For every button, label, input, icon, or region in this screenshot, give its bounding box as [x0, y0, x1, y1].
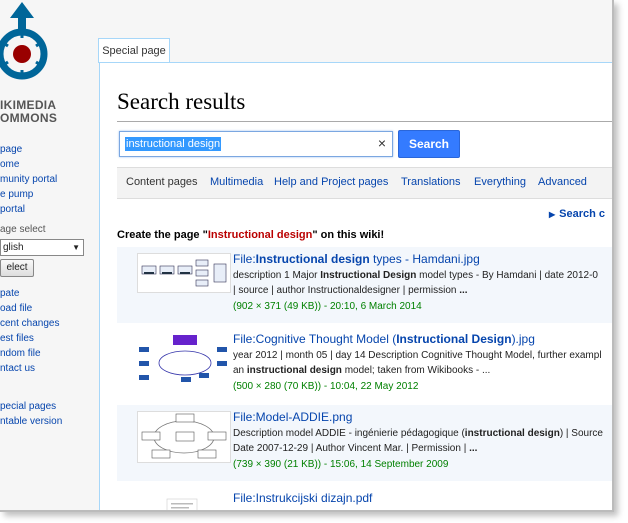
search-button[interactable]: Search: [398, 130, 460, 158]
result-snippet-line: description 1 Major Instructional Design…: [233, 270, 598, 281]
nav-link-contact-us[interactable]: ntact us: [0, 361, 60, 376]
result-title-link[interactable]: File:Model-ADDIE.png: [233, 410, 352, 424]
diagram-thumbnail-icon: [139, 335, 227, 382]
nav-tools: pate oad file cent changes est files ndo…: [0, 286, 60, 376]
browser-frame: IKIMEDIA OMMONS page ome munity portal e…: [0, 0, 614, 512]
nav-link-upload-file[interactable]: oad file: [0, 301, 60, 316]
main-content: Search results instructional design × Se…: [99, 62, 612, 510]
create-suffix: " on this wiki!: [312, 229, 385, 241]
commons-logo[interactable]: IKIMEDIA OMMONS: [0, 0, 98, 125]
logo-text-1: IKIMEDIA: [0, 98, 57, 112]
language-select-button[interactable]: elect: [0, 259, 34, 277]
language-select[interactable]: glish ▼: [0, 239, 84, 256]
tab-advanced[interactable]: Advanced: [538, 176, 587, 188]
nav-link-latest-files[interactable]: est files: [0, 331, 60, 346]
create-page-link[interactable]: Instructional design: [208, 229, 313, 241]
nav-main: page ome munity portal e pump portal: [0, 142, 57, 217]
language-heading: age select: [0, 224, 46, 235]
diagram-thumbnail-icon: [141, 413, 227, 459]
create-page-notice: Create the page "Instructional design" o…: [117, 229, 384, 241]
search-input-value: instructional design: [125, 137, 222, 151]
commons-logo-icon: [0, 2, 48, 80]
nav-link-community-portal[interactable]: munity portal: [0, 172, 57, 187]
nav-link-random-file[interactable]: ndom file: [0, 346, 60, 361]
search-profile-tabs: Content pages Multimedia Help and Projec…: [117, 167, 612, 199]
result-snippet-line: an instructional design model; taken fro…: [233, 365, 491, 376]
triangle-right-icon: ▶: [549, 210, 556, 219]
result-title-link[interactable]: File:Instructional design types - Hamdan…: [233, 252, 480, 266]
tab-help-project-pages[interactable]: Help and Project pages: [274, 176, 388, 188]
result-thumbnail[interactable]: [137, 491, 229, 510]
tab-multimedia[interactable]: Multimedia: [210, 176, 263, 188]
logo-text-2: OMMONS: [0, 111, 58, 125]
search-input[interactable]: instructional design ×: [119, 131, 393, 157]
result-snippet-line: year 2012 | month 05 | day 14 Descriptio…: [233, 350, 602, 361]
search-tools-label: Search c: [559, 208, 606, 220]
result-title-link[interactable]: File:Cognitive Thought Model (Instructio…: [233, 332, 535, 346]
result-title-link[interactable]: File:Instrukcijski dizajn.pdf: [233, 491, 372, 505]
title-divider: [117, 121, 612, 122]
nav-link-help-portal[interactable]: portal: [0, 202, 57, 217]
create-prefix: Create the page ": [117, 229, 208, 241]
search-tools-toggle[interactable]: ▶ Search c: [549, 208, 605, 220]
result-meta: (500 × 280 (70 KB)) - 10:04, 22 May 2012: [233, 381, 419, 392]
search-results-list: File:Instructional design types - Hamdan…: [117, 247, 612, 510]
result-snippet-line: | source | author Instructionaldesigner …: [233, 285, 468, 296]
result-thumbnail[interactable]: [137, 333, 229, 385]
nav-print: pecial pages ntable version: [0, 399, 62, 429]
tab-content-pages[interactable]: Content pages: [126, 176, 198, 188]
result-meta: (739 × 390 (21 KB)) - 15:06, 14 Septembe…: [233, 459, 449, 470]
tab-special-page[interactable]: Special page: [98, 38, 170, 63]
tab-translations[interactable]: Translations: [401, 176, 461, 188]
result-thumbnail[interactable]: [137, 253, 231, 293]
nav-link-recent-changes[interactable]: cent changes: [0, 316, 60, 331]
list-item: File:Instrukcijski dizajn.pdf: [117, 485, 612, 510]
list-item: File:Model-ADDIE.png Description model A…: [117, 405, 612, 481]
page-title: Search results: [117, 89, 246, 114]
result-snippet-line: Date 2007-12-29 | Author Vincent Mar. | …: [233, 443, 478, 454]
clear-icon[interactable]: ×: [378, 135, 386, 151]
nav-link-welcome[interactable]: ome: [0, 157, 57, 172]
document-thumbnail-icon: [166, 498, 198, 510]
nav-link-main-page[interactable]: page: [0, 142, 57, 157]
nav-link-special-pages[interactable]: pecial pages: [0, 399, 62, 414]
result-meta: (902 × 371 (49 KB)) - 20:10, 6 March 201…: [233, 301, 422, 312]
language-select-value: glish: [3, 242, 24, 253]
list-item: File:Instructional design types - Hamdan…: [117, 247, 612, 323]
nav-link-printable-version[interactable]: ntable version: [0, 414, 62, 429]
diagram-thumbnail-icon: [141, 259, 227, 287]
tab-everything[interactable]: Everything: [474, 176, 526, 188]
sidebar: IKIMEDIA OMMONS page ome munity portal e…: [0, 0, 98, 510]
nav-link-participate[interactable]: pate: [0, 286, 60, 301]
dropdown-arrow-icon: ▼: [72, 243, 80, 252]
result-snippet-line: Description model ADDIE - ingénierie péd…: [233, 428, 603, 439]
list-item: File:Cognitive Thought Model (Instructio…: [117, 327, 612, 403]
result-thumbnail[interactable]: [137, 411, 231, 463]
nav-link-village-pump[interactable]: e pump: [0, 187, 57, 202]
